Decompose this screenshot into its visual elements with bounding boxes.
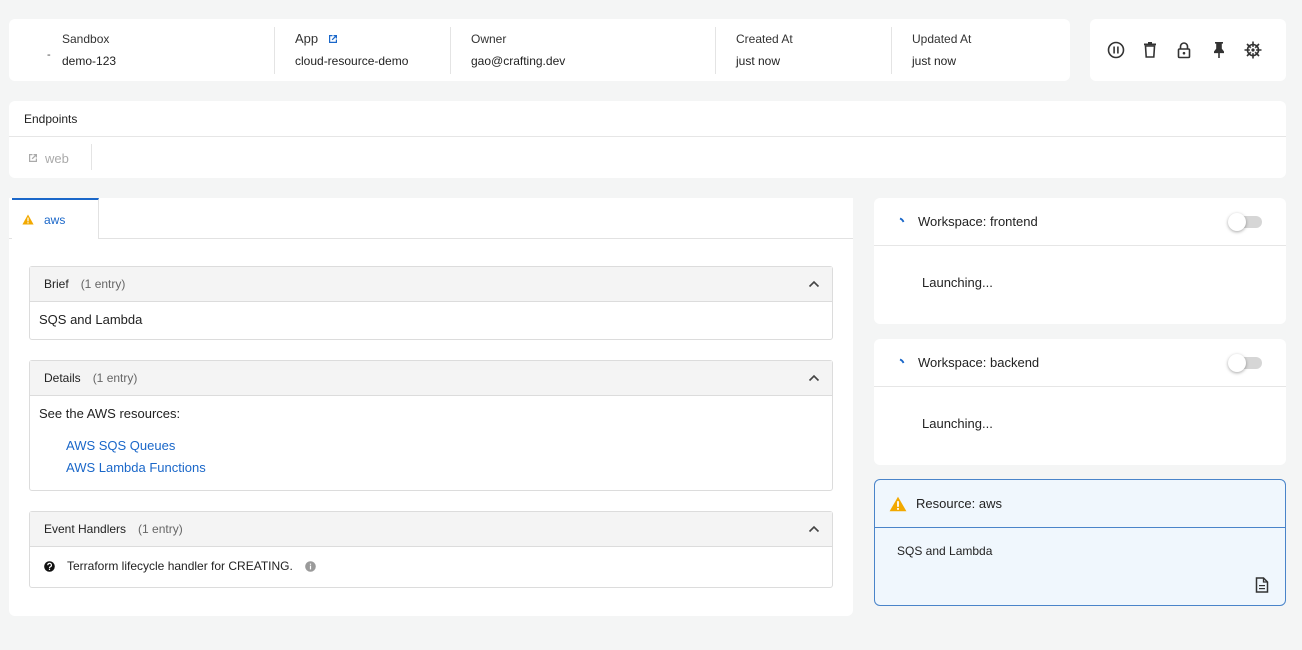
workspace-frontend-toggle[interactable] (1228, 213, 1262, 231)
lock-button[interactable] (1174, 40, 1194, 60)
tab-bar: aws (9, 198, 853, 239)
section-title: Event Handlers (44, 522, 127, 536)
spinner-icon (899, 358, 905, 363)
endpoint-web[interactable]: web (27, 148, 69, 168)
document-icon[interactable] (1255, 577, 1269, 593)
app-name: cloud-resource-demo (295, 54, 409, 68)
aws-lambda-functions-link[interactable]: AWS Lambda Functions (66, 460, 823, 475)
chevron-up-icon[interactable] (808, 278, 820, 290)
workspace-backend-toggle[interactable] (1228, 354, 1262, 372)
details-section-header[interactable]: Details (1 entry) (30, 361, 832, 396)
lock-icon (1177, 42, 1191, 59)
sandbox-field: Sandbox demo-123 (62, 19, 272, 81)
app-field: App cloud-resource-demo (295, 19, 455, 81)
chevron-up-icon[interactable] (808, 372, 820, 384)
helm-button[interactable] (1243, 40, 1263, 60)
workspace-status: Launching... (922, 275, 993, 290)
warning-icon (889, 496, 907, 511)
external-link-icon[interactable] (327, 33, 339, 45)
resource-aws-card[interactable]: Resource: aws SQS and Lambda (874, 479, 1286, 606)
section-count: (1 entry) (80, 277, 126, 291)
event-handler-row: Terraform lifecycle handler for CREATING… (30, 547, 832, 583)
section-title: Brief (44, 277, 69, 291)
sandbox-header: - Sandbox demo-123 App cloud-resource-de… (9, 19, 1070, 81)
helm-icon (1244, 41, 1262, 59)
created-field: Created At just now (736, 19, 886, 81)
endpoint-label: web (45, 150, 69, 166)
pin-icon (1214, 42, 1224, 58)
tab-aws[interactable]: aws (12, 198, 99, 239)
section-count: (1 entry) (138, 522, 183, 536)
workspace-title: Workspace: frontend (918, 214, 1038, 229)
external-link-icon (29, 154, 37, 162)
owner-field: Owner gao@crafting.dev (471, 19, 701, 81)
owner-label: Owner (471, 32, 507, 46)
endpoints-title: Endpoints (24, 112, 78, 126)
resource-title: Resource: aws (916, 496, 1002, 511)
updated-field: Updated At just now (912, 19, 1062, 81)
workspace-backend-card: Workspace: backend Launching... (874, 339, 1286, 465)
chevron-up-icon[interactable] (808, 523, 820, 535)
sandbox-label: Sandbox (62, 32, 110, 46)
owner-email: gao@crafting.dev (471, 54, 566, 68)
pause-button[interactable] (1106, 40, 1126, 60)
status-dash: - (47, 49, 51, 61)
app-label: App (295, 31, 319, 46)
brief-section-header[interactable]: Brief (1 entry) (30, 267, 832, 302)
app-link[interactable]: App (295, 31, 455, 47)
updated-value: just now (912, 54, 957, 68)
workspace-status: Launching... (922, 416, 993, 431)
details-section: Details (1 entry) See the AWS resources:… (29, 360, 833, 491)
updated-label: Updated At (912, 32, 972, 46)
warning-icon (22, 214, 34, 225)
workspace-title: Workspace: backend (918, 355, 1040, 370)
created-label: Created At (736, 32, 793, 46)
event-handlers-section-header[interactable]: Event Handlers (1 entry) (30, 512, 832, 547)
section-title: Details (44, 371, 81, 385)
spinner-icon (899, 217, 905, 222)
question-circle-icon (44, 560, 55, 572)
pin-button[interactable] (1209, 40, 1229, 60)
section-count: (1 entry) (92, 371, 138, 385)
info-icon[interactable] (305, 560, 316, 572)
event-handlers-section: Event Handlers (1 entry) Terraform lifec… (29, 511, 833, 588)
delete-icon (1144, 42, 1156, 58)
brief-text: SQS and Lambda (39, 312, 143, 327)
aws-sqs-queues-link[interactable]: AWS SQS Queues (66, 438, 823, 453)
event-handler-text: Terraform lifecycle handler for CREATING… (67, 559, 293, 573)
resource-detail-panel: aws Brief (1 entry) SQS and Lambda Detai… (9, 198, 853, 616)
details-text: See the AWS resources: (39, 406, 181, 421)
delete-button[interactable] (1140, 40, 1160, 60)
resource-brief: SQS and Lambda (897, 544, 993, 558)
tab-label: aws (44, 212, 66, 227)
endpoints-panel: Endpoints web (9, 101, 1286, 178)
created-value: just now (736, 54, 781, 68)
workspace-frontend-card: Workspace: frontend Launching... (874, 198, 1286, 324)
brief-section: Brief (1 entry) SQS and Lambda (29, 266, 833, 340)
sandbox-actions (1090, 19, 1286, 81)
sandbox-name: demo-123 (62, 54, 117, 68)
pause-icon (1107, 41, 1125, 59)
